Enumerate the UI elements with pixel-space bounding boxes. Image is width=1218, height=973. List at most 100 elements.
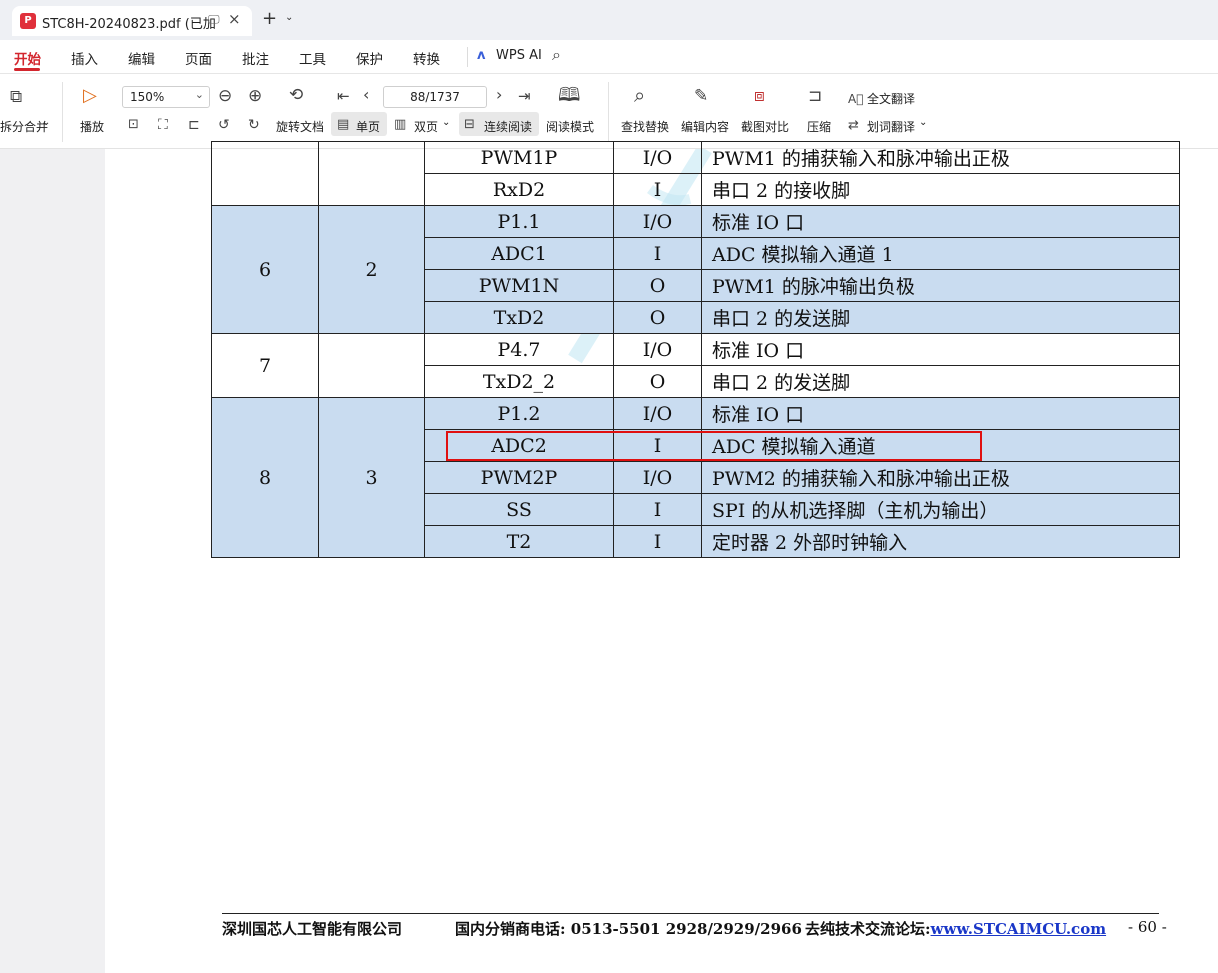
name-cell: TxD2 xyxy=(424,301,614,334)
pin-cell: 8 xyxy=(211,397,319,558)
screenshot-compare-button[interactable]: 截图对比 xyxy=(741,118,789,135)
toolbar: ⧉ 拆分合并 ⌄ ▷ 播放 150% ⌄ ⊖ ⊕ ⟲ ⊡ ⛶ ⊏ ↺ ↻ 旋转文… xyxy=(0,74,1218,149)
wps-ai-icon[interactable]: ʌ xyxy=(477,48,485,63)
name-cell: P1.2 xyxy=(424,397,614,430)
single-page-icon: ▤ xyxy=(337,117,350,132)
name-cell: PWM1P xyxy=(424,141,614,174)
word-translate-button[interactable]: 划词翻译 xyxy=(867,118,915,135)
edit-content-icon[interactable]: ✎ xyxy=(694,87,708,105)
chevron-down-icon[interactable]: ⌄ xyxy=(42,117,50,128)
document-tab[interactable]: P STC8H-20240823.pdf (已加 🖵 × xyxy=(12,6,252,36)
screenshot-compare-icon[interactable]: ⧈ xyxy=(754,87,765,105)
name-cell: P4.7 xyxy=(424,333,614,366)
type-cell: I xyxy=(613,493,702,526)
side-panel xyxy=(0,149,106,973)
menu-tools[interactable]: 工具 xyxy=(299,48,326,68)
monitor-icon[interactable]: 🖵 xyxy=(208,12,220,27)
actual-size-icon[interactable]: ⊡ xyxy=(128,116,139,134)
pdf-logo-icon: P xyxy=(20,13,36,29)
type-cell: O xyxy=(613,301,702,334)
translate-icon[interactable]: A⃞ xyxy=(848,90,863,108)
menu-convert[interactable]: 转换 xyxy=(413,48,440,68)
fit-page-icon[interactable]: ⛶ xyxy=(158,116,168,134)
menu-annotate[interactable]: 批注 xyxy=(242,48,269,68)
rotate-doc-button[interactable]: 旋转文档 xyxy=(276,118,324,135)
toolbar-divider xyxy=(62,82,63,142)
rotate-left-icon[interactable]: ↺ xyxy=(218,116,230,134)
footer-forum-link[interactable]: www.STCAIMCU.com xyxy=(931,920,1107,938)
double-page-button[interactable]: 双页 xyxy=(414,118,438,135)
last-page-icon[interactable]: ⇥ xyxy=(518,87,531,105)
name-cell: RxD2 xyxy=(424,173,614,206)
search-icon[interactable]: ⌕ xyxy=(634,85,645,105)
compress-icon[interactable]: ⊐ xyxy=(808,87,822,105)
chevron-down-icon[interactable]: ⌄ xyxy=(285,12,293,23)
chevron-down-icon[interactable]: ⌄ xyxy=(442,117,450,128)
table-row: 7 P4.7 I/O 标准 IO 口 xyxy=(211,333,1180,398)
pin-cell: 7 xyxy=(211,333,319,398)
menu-protect[interactable]: 保护 xyxy=(356,48,383,68)
chevron-down-icon: ⌄ xyxy=(194,88,204,101)
pin-cell: 6 xyxy=(211,205,319,334)
split-merge-button[interactable]: 拆分合并 xyxy=(0,118,48,135)
desc-cell: 定时器 2 外部时钟输入 xyxy=(701,525,1180,558)
rotate-doc-icon[interactable]: ⟲ xyxy=(289,86,303,104)
book-icon[interactable]: 🕮 xyxy=(558,86,580,105)
full-translate-button[interactable]: 全文翻译 xyxy=(867,90,915,107)
name-cell: SS xyxy=(424,493,614,526)
name-cell: TxD2_2 xyxy=(424,365,614,398)
single-page-label: 单页 xyxy=(356,120,381,134)
double-page-icon[interactable]: ▥ xyxy=(394,116,406,134)
read-mode-button[interactable]: 阅读模式 xyxy=(546,118,594,135)
desc-cell: 标准 IO 口 xyxy=(701,205,1180,238)
index-cell: 2 xyxy=(318,205,425,334)
split-merge-icon[interactable]: ⧉ xyxy=(10,88,22,106)
type-cell: I xyxy=(613,173,702,206)
find-replace-button[interactable]: 查找替换 xyxy=(621,118,669,135)
wps-ai-button[interactable]: WPS AI xyxy=(496,48,542,63)
zoom-in-icon[interactable]: ⊕ xyxy=(248,87,262,105)
pin-table: PWM1P I/O PWM1 的捕获输入和脉冲输出正极 RxD2 I 串口 2 … xyxy=(211,141,1180,558)
footer-page-number: - 60 - xyxy=(1128,918,1167,936)
page-number-input[interactable]: 88/1737 xyxy=(383,86,487,108)
desc-cell: ADC 模拟输入通道 1 xyxy=(701,237,1180,270)
type-cell: I/O xyxy=(613,461,702,494)
desc-cell: 串口 2 的发送脚 xyxy=(701,365,1180,398)
name-cell: ADC1 xyxy=(424,237,614,270)
type-cell: I xyxy=(613,237,702,270)
desc-cell: SPI 的从机选择脚（主机为输出） xyxy=(701,493,1180,526)
zoom-value: 150% xyxy=(130,90,165,104)
play-button[interactable]: 播放 xyxy=(80,118,104,135)
zoom-out-icon[interactable]: ⊖ xyxy=(218,87,232,105)
desc-cell: PWM1 的脉冲输出负极 xyxy=(701,269,1180,302)
fit-width-icon[interactable]: ⊏ xyxy=(188,116,200,134)
type-cell: O xyxy=(613,269,702,302)
first-page-icon[interactable]: ⇤ xyxy=(337,87,350,105)
play-icon[interactable]: ▷ xyxy=(83,87,97,105)
close-icon[interactable]: × xyxy=(228,10,241,28)
menu-insert[interactable]: 插入 xyxy=(71,48,98,68)
zoom-select[interactable]: 150% ⌄ xyxy=(122,86,210,108)
compress-button[interactable]: 压缩 xyxy=(807,118,831,135)
footer-company: 深圳国芯人工智能有限公司 xyxy=(222,920,403,938)
rotate-right-icon[interactable]: ↻ xyxy=(248,116,260,134)
desc-cell: PWM1 的捕获输入和脉冲输出正极 xyxy=(701,141,1180,174)
search-icon[interactable]: ⌕ xyxy=(552,45,561,65)
menu-page[interactable]: 页面 xyxy=(185,48,212,68)
continuous-read-icon: ⊟ xyxy=(464,117,475,132)
desc-cell: 串口 2 的接收脚 xyxy=(701,173,1180,206)
index-cell xyxy=(318,141,425,206)
highlight-annotation[interactable] xyxy=(446,431,982,461)
tab-title: STC8H-20240823.pdf (已加 xyxy=(42,17,216,32)
word-translate-icon[interactable]: ⇄ xyxy=(848,117,859,135)
chevron-down-icon[interactable]: ⌄ xyxy=(919,117,927,128)
prev-page-icon[interactable]: ‹ xyxy=(363,86,369,104)
name-cell: T2 xyxy=(424,525,614,558)
edit-content-button[interactable]: 编辑内容 xyxy=(681,118,729,135)
menu-edit[interactable]: 编辑 xyxy=(128,48,155,68)
table-row: 8 3 P1.2 I/O 标准 IO 口 xyxy=(211,397,1180,558)
new-tab-button[interactable]: + xyxy=(262,8,277,29)
type-cell: I/O xyxy=(613,141,702,174)
menu-home[interactable]: 开始 xyxy=(14,48,41,68)
next-page-icon[interactable]: › xyxy=(496,86,502,104)
